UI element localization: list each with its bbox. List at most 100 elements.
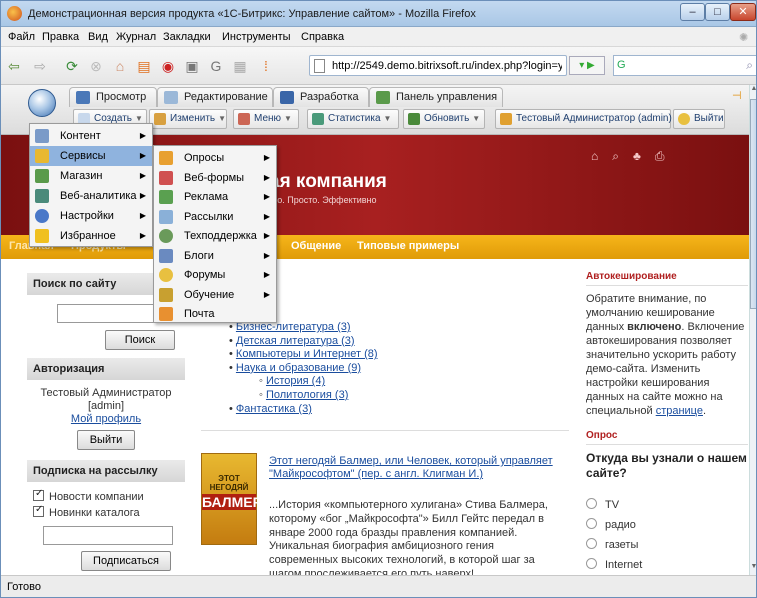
logout-panel-button[interactable]: Выйти (673, 109, 725, 129)
menu-button[interactable]: Меню ▼ (233, 109, 299, 129)
favorites-icon (35, 229, 49, 243)
profile-link[interactable]: Мой профиль (27, 413, 185, 426)
window-title: Демонстрационная версия продукта «1С-Бит… (28, 8, 476, 20)
auth-user-login: [admin] (87, 400, 125, 412)
search-icon[interactable]: ⌕ (746, 58, 753, 73)
url-bar[interactable]: http://2549.demo.bitrixsoft.ru/index.php… (309, 55, 567, 76)
close-button[interactable]: ✕ (730, 3, 756, 21)
back-icon[interactable]: ⇦ (5, 57, 23, 75)
book-cover[interactable]: ЭТОТ НЕГОДЯЙ БАЛМЕР (201, 453, 262, 545)
poll-option[interactable]: TV (586, 495, 748, 515)
bookmark-icon[interactable]: ⁞ (257, 57, 275, 75)
user-button[interactable]: Тестовый Администратор (admin) (495, 109, 672, 129)
home-link-icon[interactable]: ⌂ (591, 149, 612, 163)
search-box[interactable]: G ⌕ (613, 55, 756, 76)
poll-radio[interactable] (586, 518, 597, 529)
book-title-link[interactable]: Этот негодяй Балмер, или Человек, которы… (269, 455, 569, 481)
cache-settings-link[interactable]: странице (656, 405, 703, 417)
menu2-item-learning[interactable]: Обучение ▶ (154, 285, 276, 305)
content-icon (35, 129, 49, 143)
catalog-link[interactable]: Компьютеры и Интернет (8) (236, 348, 378, 360)
menu2-item-webforms[interactable]: Веб-формы ▶ (154, 168, 276, 188)
catalog-link[interactable]: Детская литература (3) (236, 335, 355, 347)
subscribe-button[interactable]: Подписаться (81, 551, 171, 571)
catalog-link[interactable]: Наука и образование (9) (236, 362, 361, 374)
browser-window: Демонстрационная версия продукта «1С-Бит… (0, 0, 757, 598)
view-icon (76, 91, 90, 104)
tab-view[interactable]: Просмотр (69, 87, 157, 107)
menu1-item-analytics[interactable]: Веб-аналитика ▶ (30, 186, 152, 206)
scroll-down-icon[interactable]: ▼ (750, 563, 756, 575)
rss-icon[interactable]: ▤ (135, 57, 153, 75)
maximize-button[interactable]: □ (705, 3, 730, 21)
subscribe-email-input[interactable] (43, 526, 173, 545)
window-icon[interactable]: ▣ (183, 57, 201, 75)
modify-icon (154, 113, 166, 125)
poll-option[interactable]: радио (586, 515, 748, 535)
go-button[interactable]: ▾ ▶ (569, 56, 605, 75)
menu1-item-favorites[interactable]: Избранное ▶ (30, 226, 152, 246)
bitrix-start-icon[interactable] (28, 89, 56, 117)
cache-title: Автокеширование (586, 271, 748, 286)
menu2-item-ads[interactable]: Реклама ▶ (154, 187, 276, 207)
sub-catalog-label: Новинки каталога (49, 507, 140, 519)
bullet-icon: • (229, 361, 236, 374)
poll-radio[interactable] (586, 498, 597, 509)
menu2-item-polls[interactable]: Опросы ▶ (154, 148, 276, 168)
menu1-item-content[interactable]: Контент ▶ (30, 126, 152, 146)
tab-control-panel[interactable]: Панель управления (369, 87, 503, 107)
search-link-icon[interactable]: ⌕ (612, 149, 633, 163)
modify-button[interactable]: Изменить ▼ (149, 109, 227, 129)
page-scrollbar[interactable]: ▲ ▼ (749, 85, 756, 575)
menu1-item-services[interactable]: Сервисы ▶ (30, 146, 152, 166)
sitemap-icon[interactable]: ♣ (633, 149, 655, 163)
poll-option[interactable]: Internet (586, 555, 748, 575)
url-text[interactable]: http://2549.demo.bitrixsoft.ru/index.php… (332, 60, 562, 72)
stats-button[interactable]: Статистика ▼ (307, 109, 399, 129)
logout-button[interactable]: Выйти (77, 430, 135, 450)
scroll-up-icon[interactable]: ▲ (750, 85, 756, 97)
menu2-item-blogs[interactable]: Блоги ▶ (154, 246, 276, 266)
nav-item-community[interactable]: Общение (291, 240, 341, 252)
subscribe-title: Подписка на рассылку (27, 460, 185, 482)
menu2-item-mail[interactable]: Почта (154, 304, 276, 324)
minimize-button[interactable]: – (680, 3, 705, 21)
scroll-thumb[interactable] (750, 99, 756, 309)
forward-icon[interactable]: ⇨ (31, 57, 49, 75)
tab-develop[interactable]: Разработка (273, 87, 369, 107)
menu-edit[interactable]: Правка (42, 31, 79, 43)
sub-news-checkbox[interactable] (33, 488, 44, 501)
menu-tools[interactable]: Инструменты (222, 31, 291, 43)
poll-radio[interactable] (586, 538, 597, 549)
menu-bookmarks[interactable]: Закладки (163, 31, 211, 43)
menu-help[interactable]: Справка (301, 31, 344, 43)
menu2-item-mailing[interactable]: Рассылки ▶ (154, 207, 276, 227)
addon-icon[interactable]: ◉ (159, 57, 177, 75)
toolbar-icon[interactable]: ▦ (231, 57, 249, 75)
poll-radio[interactable] (586, 558, 597, 569)
print-icon[interactable]: ⎙ (655, 149, 679, 163)
nav-item-examples[interactable]: Типовые примеры (357, 240, 459, 252)
stop-icon[interactable]: ⊗ (87, 57, 105, 75)
menu-file[interactable]: Файл (8, 31, 35, 43)
menu2-item-support[interactable]: Техподдержка ▶ (154, 226, 276, 246)
refresh-button[interactable]: Обновить ▼ (403, 109, 485, 129)
poll-option[interactable]: газеты (586, 535, 748, 555)
google-icon[interactable]: G (207, 57, 225, 75)
catalog-link[interactable]: История (4) (266, 375, 325, 387)
site-search-button[interactable]: Поиск (105, 330, 175, 350)
pin-icon[interactable]: ⊣ (732, 89, 742, 102)
catalog-link[interactable]: Фантастика (3) (236, 403, 312, 415)
menu2-item-forums[interactable]: Форумы ▶ (154, 265, 276, 285)
menu-view[interactable]: Вид (88, 31, 108, 43)
sub-catalog-checkbox[interactable] (33, 504, 44, 517)
reload-icon[interactable]: ⟳ (63, 57, 81, 75)
menu-history[interactable]: Журнал (116, 31, 156, 43)
home-icon[interactable]: ⌂ (111, 57, 129, 75)
menu1-item-settings[interactable]: Настройки ▶ (30, 206, 152, 226)
search-engine-icon[interactable]: G (617, 59, 626, 71)
tab-edit[interactable]: Редактирование (157, 87, 273, 107)
catalog-link[interactable]: Политология (3) (266, 389, 348, 401)
control-panel-icon (376, 91, 390, 104)
menu1-item-shop[interactable]: Магазин ▶ (30, 166, 152, 186)
